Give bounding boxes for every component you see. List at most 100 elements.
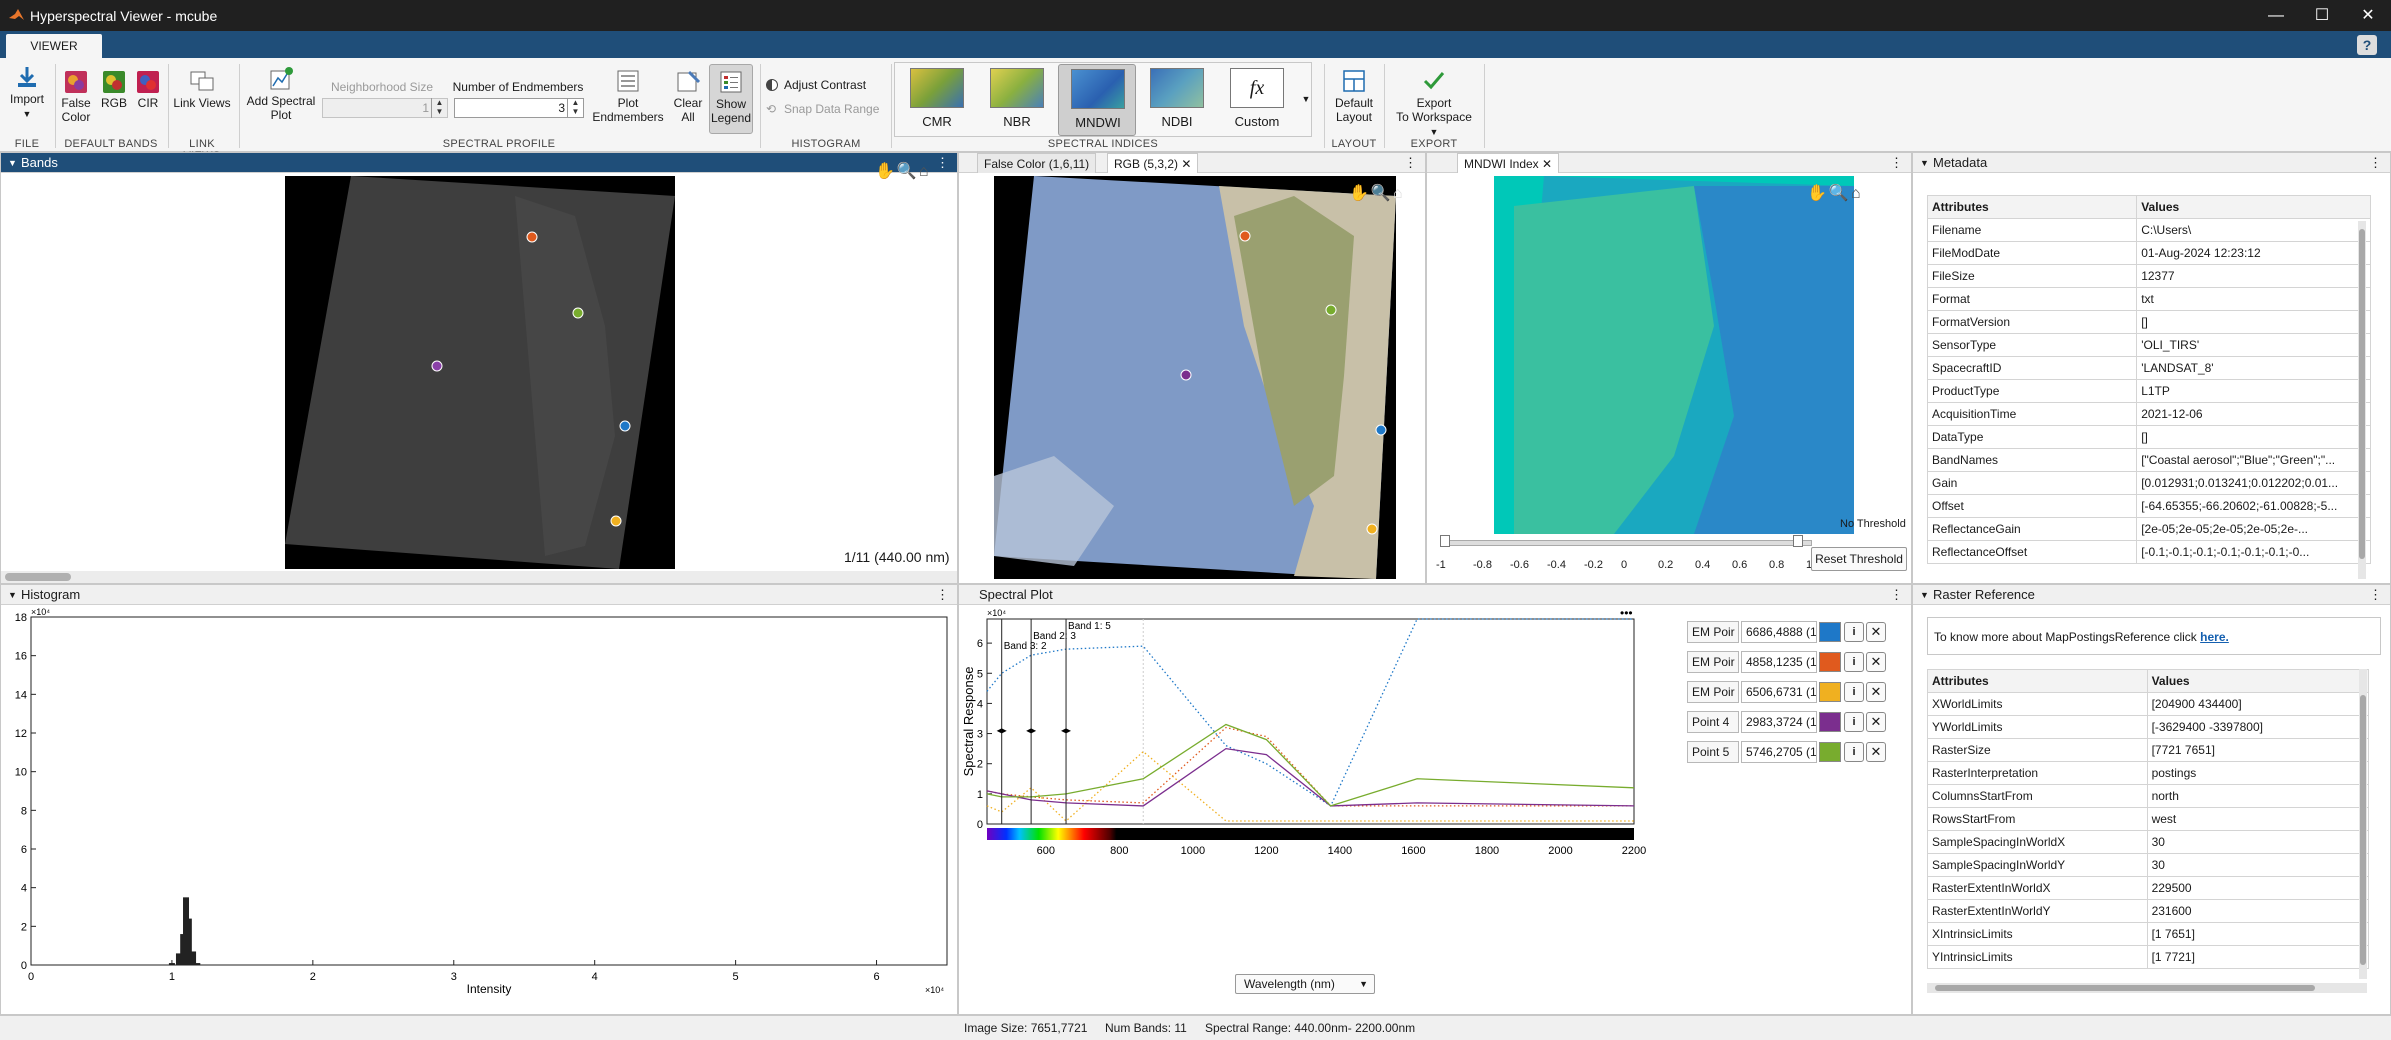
band-marker-arrows-icon[interactable]: ◂▸ bbox=[1061, 726, 1071, 737]
endmembers-spinner[interactable]: ▲ ▼ bbox=[567, 98, 583, 118]
endmember-coordinates[interactable]: 6506,6731 (1 bbox=[1741, 681, 1817, 703]
endmember-name[interactable]: EM Poir bbox=[1687, 621, 1739, 643]
link-views-button[interactable]: Link Views bbox=[172, 68, 232, 110]
index-nbr-button[interactable]: NBR bbox=[978, 64, 1056, 136]
false-color-button[interactable]: False Color bbox=[60, 70, 92, 124]
panel-menu-icon[interactable]: ⋮ bbox=[2369, 153, 2382, 173]
metadata-row[interactable]: ReflectanceGain [2e-05;2e-05;2e-05;2e-05;… bbox=[1926, 517, 2371, 541]
raster-scrollbar[interactable] bbox=[2359, 669, 2367, 979]
endmember-row[interactable]: EM Poir 6686,4888 (1 i ✕ bbox=[1687, 621, 1887, 645]
maximize-button[interactable]: ☐ bbox=[2299, 0, 2345, 31]
collapse-icon[interactable]: ▼ bbox=[1920, 153, 1929, 173]
metadata-row[interactable]: SpacecraftID 'LANDSAT_8' bbox=[1926, 356, 2371, 380]
zoom-icon[interactable]: 🔍 bbox=[1371, 185, 1393, 202]
delete-icon[interactable]: ✕ bbox=[1866, 682, 1886, 702]
raster-row[interactable]: RasterSize [7721 7651] bbox=[1927, 738, 2370, 762]
collapse-icon[interactable]: ▼ bbox=[8, 153, 17, 173]
metadata-row[interactable]: FileModDate 01-Aug-2024 12:23:12 bbox=[1926, 241, 2371, 265]
endmember-coordinates[interactable]: 6686,4888 (1 bbox=[1741, 621, 1817, 643]
rgb-button[interactable]: RGB bbox=[98, 70, 130, 110]
metadata-row[interactable]: DataType[] bbox=[1926, 425, 2371, 449]
collapse-icon[interactable]: ▼ bbox=[1920, 585, 1929, 605]
info-icon[interactable]: i bbox=[1844, 742, 1864, 762]
panel-menu-icon[interactable]: ⋮ bbox=[936, 585, 949, 605]
endmember-color-swatch[interactable] bbox=[1819, 622, 1841, 642]
band-image-view[interactable] bbox=[285, 176, 675, 569]
adjust-contrast-button[interactable]: Adjust Contrast bbox=[766, 78, 884, 92]
endmember-row[interactable]: EM Poir 4858,1235 (1 i ✕ bbox=[1687, 651, 1887, 675]
pan-hand-icon[interactable]: ✋ bbox=[875, 163, 897, 180]
home-icon[interactable]: ⌂ bbox=[1851, 185, 1863, 202]
plot-endmembers-button[interactable]: Plot Endmembers bbox=[590, 68, 666, 124]
reset-threshold-button[interactable]: Reset Threshold bbox=[1811, 547, 1907, 571]
raster-row[interactable]: YIntrinsicLimits [1 7721] bbox=[1927, 945, 2370, 969]
threshold-slider-min-handle[interactable] bbox=[1440, 535, 1450, 547]
raster-row[interactable]: RasterExtentInWorldX 229500 bbox=[1927, 876, 2370, 900]
raster-row[interactable]: XIntrinsicLimits [1 7651] bbox=[1927, 922, 2370, 946]
endmember-color-swatch[interactable] bbox=[1819, 652, 1841, 672]
index-mndwi-button[interactable]: MNDWI bbox=[1058, 64, 1136, 136]
info-icon[interactable]: i bbox=[1844, 682, 1864, 702]
endmember-name[interactable]: Point 5 bbox=[1687, 741, 1739, 763]
panel-menu-icon[interactable]: ⋮ bbox=[1890, 153, 1903, 173]
import-button[interactable]: Import ▼ bbox=[6, 64, 48, 121]
pan-hand-icon[interactable]: ✋ bbox=[1349, 185, 1371, 202]
metadata-row[interactable]: Format txt bbox=[1926, 287, 2371, 311]
info-icon[interactable]: i bbox=[1844, 622, 1864, 642]
metadata-row[interactable]: ProductType L1TP bbox=[1926, 379, 2371, 403]
metadata-row[interactable]: Offset [-64.65355;-66.20602;-61.00828;-5.… bbox=[1926, 494, 2371, 518]
help-button[interactable]: ? bbox=[2357, 35, 2377, 55]
metadata-row[interactable]: ReflectanceOffset [-0.1;-0.1;-0.1;-0.1;-0… bbox=[1926, 540, 2371, 564]
raster-row[interactable]: YWorldLimits [-3629400 -3397800] bbox=[1927, 715, 2370, 739]
metadata-scrollbar-thumb[interactable] bbox=[2359, 229, 2365, 559]
raster-row[interactable]: SampleSpacingInWorldY 30 bbox=[1927, 853, 2370, 877]
endmember-row[interactable]: Point 5 5746,2705 (1 i ✕ bbox=[1687, 741, 1887, 765]
endmember-row[interactable]: EM Poir 6506,6731 (1 i ✕ bbox=[1687, 681, 1887, 705]
tab-false-color[interactable]: False Color (1,6,11) bbox=[977, 153, 1097, 173]
delete-icon[interactable]: ✕ bbox=[1866, 742, 1886, 762]
metadata-row[interactable]: Filename C:\Users\ bbox=[1926, 218, 2371, 242]
endmember-coordinates[interactable]: 2983,3724 (1 bbox=[1741, 711, 1817, 733]
threshold-slider-max-handle[interactable] bbox=[1793, 535, 1803, 547]
default-layout-button[interactable]: Default Layout bbox=[1330, 68, 1378, 124]
band-scrollbar-thumb[interactable] bbox=[5, 573, 71, 581]
raster-help-link[interactable]: here. bbox=[2200, 630, 2229, 644]
show-legend-toggle[interactable]: Show Legend bbox=[709, 64, 753, 134]
home-icon[interactable]: ⌂ bbox=[919, 163, 931, 180]
raster-h-scrollbar-thumb[interactable] bbox=[1935, 985, 2315, 991]
endmember-name[interactable]: EM Poir bbox=[1687, 681, 1739, 703]
index-ndbi-button[interactable]: NDBI bbox=[1138, 64, 1216, 136]
wavelength-axis-dropdown[interactable]: Wavelength (nm) ▼ bbox=[1235, 974, 1375, 994]
threshold-slider-track[interactable] bbox=[1442, 540, 1812, 546]
raster-scrollbar-thumb[interactable] bbox=[2360, 695, 2366, 965]
raster-row[interactable]: SampleSpacingInWorldX 30 bbox=[1927, 830, 2370, 854]
panel-menu-icon[interactable]: ⋮ bbox=[2369, 585, 2382, 605]
plot-options-icon[interactable]: ••• bbox=[1620, 606, 1633, 620]
endmember-color-swatch[interactable] bbox=[1819, 682, 1841, 702]
raster-h-scrollbar[interactable] bbox=[1927, 983, 2367, 993]
metadata-row[interactable]: SensorType 'OLI_TIRS' bbox=[1926, 333, 2371, 357]
pan-hand-icon[interactable]: ✋ bbox=[1807, 185, 1829, 202]
rgb-image-view[interactable] bbox=[994, 176, 1396, 579]
panel-menu-icon[interactable]: ⋮ bbox=[1890, 585, 1903, 605]
band-marker-arrows-icon[interactable]: ◂▸ bbox=[1026, 726, 1036, 737]
endmember-coordinates[interactable]: 4858,1235 (1 bbox=[1741, 651, 1817, 673]
info-icon[interactable]: i bbox=[1844, 712, 1864, 732]
panel-menu-icon[interactable]: ⋮ bbox=[1404, 153, 1417, 173]
export-to-workspace-button[interactable]: Export To Workspace ▼ bbox=[1390, 68, 1478, 139]
raster-row[interactable]: RasterInterpretation postings bbox=[1927, 761, 2370, 785]
close-window-button[interactable]: ✕ bbox=[2345, 0, 2391, 31]
home-icon[interactable]: ⌂ bbox=[1393, 185, 1405, 202]
band-scrollbar[interactable] bbox=[1, 571, 957, 583]
add-spectral-plot-button[interactable]: Add Spectral Plot bbox=[245, 66, 317, 122]
endmember-color-swatch[interactable] bbox=[1819, 712, 1841, 732]
raster-row[interactable]: RasterExtentInWorldY 231600 bbox=[1927, 899, 2370, 923]
delete-icon[interactable]: ✕ bbox=[1866, 622, 1886, 642]
zoom-icon[interactable]: 🔍 bbox=[897, 163, 919, 180]
neighborhood-size-input[interactable]: 1 ▲ ▼ bbox=[322, 98, 448, 118]
metadata-row[interactable]: AcquisitionTime 2021-12-06 bbox=[1926, 402, 2371, 426]
info-icon[interactable]: i bbox=[1844, 652, 1864, 672]
metadata-row[interactable]: Gain [0.012931;0.013241;0.012202;0.01... bbox=[1926, 471, 2371, 495]
delete-icon[interactable]: ✕ bbox=[1866, 652, 1886, 672]
endmember-color-swatch[interactable] bbox=[1819, 742, 1841, 762]
